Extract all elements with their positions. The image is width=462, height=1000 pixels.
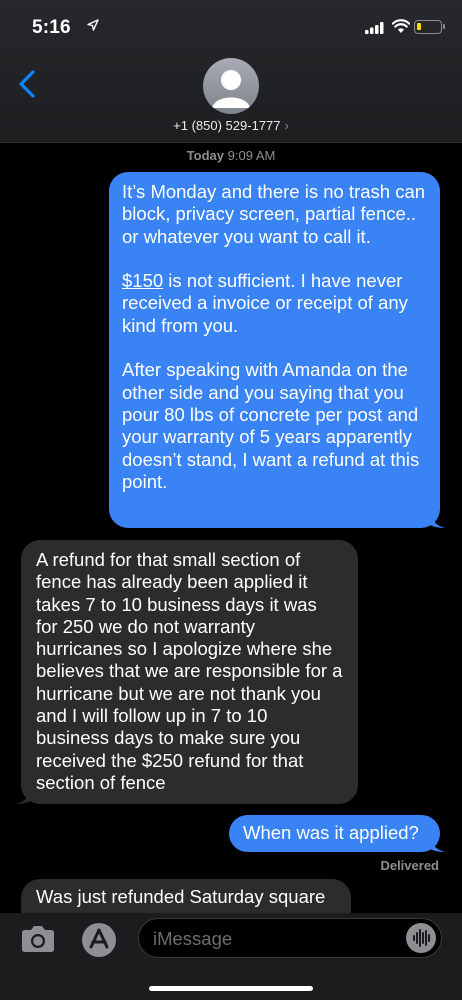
- message-paragraph: It’s Monday and there is no trash can bl…: [122, 181, 426, 247]
- contact-chevron-icon[interactable]: ›: [285, 118, 289, 133]
- contact-number[interactable]: +1 (850) 529-1777: [173, 118, 280, 133]
- home-indicator[interactable]: [149, 986, 313, 991]
- sent-message-bubble[interactable]: When was it applied?: [229, 815, 445, 852]
- status-bar: 5:16: [0, 0, 462, 56]
- battery-icon: [414, 20, 445, 34]
- wifi-icon: [392, 19, 410, 33]
- delivered-status: Delivered: [380, 858, 439, 873]
- camera-icon[interactable]: [20, 925, 56, 953]
- bubble-tail: [429, 510, 445, 528]
- status-time: 5:16: [32, 17, 71, 38]
- back-chevron-icon[interactable]: [16, 68, 38, 100]
- timestamp-time: 9:09 AM: [227, 148, 276, 163]
- bubble-tail: [16, 786, 32, 804]
- cellular-signal-icon: [365, 22, 384, 34]
- received-message-bubble[interactable]: A refund for that small section of fence…: [16, 540, 358, 804]
- amount-link[interactable]: $150: [122, 270, 163, 291]
- sent-message-bubble[interactable]: It’s Monday and there is no trash can bl…: [109, 172, 445, 528]
- input-placeholder: iMessage: [153, 928, 233, 949]
- timestamp-day: Today: [186, 148, 224, 163]
- message-text: is not sufficient. I have never received…: [122, 270, 408, 336]
- location-arrow-icon: [87, 19, 99, 31]
- message-text: When was it applied?: [243, 822, 419, 843]
- contact-name[interactable]: +1 (850) 529-1777 ›: [0, 118, 462, 133]
- message-text: A refund for that small section of fence…: [36, 549, 343, 793]
- contact-avatar-icon[interactable]: [203, 58, 259, 114]
- message-paragraph: After speaking with Amanda on the other …: [122, 359, 420, 492]
- bubble-tail: [429, 834, 445, 852]
- message-timestamp: Today 9:09 AM: [0, 148, 462, 163]
- message-text: Was just refunded Saturday square: [36, 886, 326, 907]
- app-store-icon[interactable]: [82, 923, 116, 957]
- message-paragraph: $150 is not sufficient. I have never rec…: [122, 270, 427, 337]
- audio-waveform-icon[interactable]: [406, 923, 436, 953]
- imessage-input[interactable]: iMessage: [138, 918, 442, 958]
